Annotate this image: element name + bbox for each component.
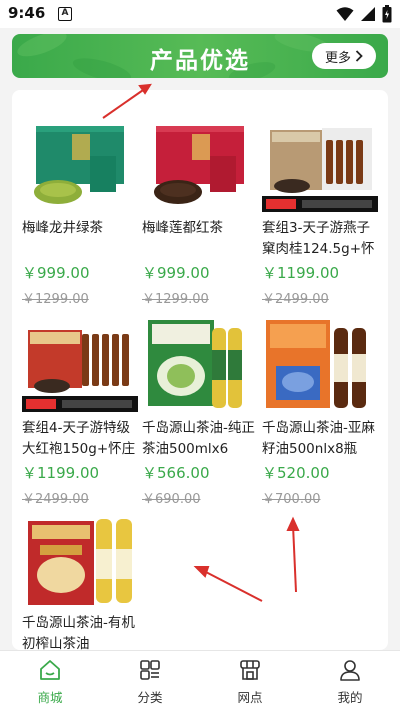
category-icon: [140, 660, 160, 680]
product-name: 梅峰莲都红茶: [142, 220, 223, 236]
product-card[interactable]: 千岛源山茶油-纯正茶油500mlx6 ￥566.00 ￥690.00: [142, 320, 258, 510]
wifi-icon: [336, 7, 354, 21]
product-card[interactable]: 千岛源山茶油-有机初榨山茶油: [22, 515, 138, 652]
status-icons: [336, 5, 392, 23]
product-image: [262, 128, 378, 212]
battery-icon: [382, 5, 392, 23]
signal-icon: [361, 7, 375, 21]
section-banner: 产品优选 更多: [12, 34, 388, 78]
product-image: [28, 519, 132, 605]
tab-label: 分类: [137, 690, 163, 705]
product-image: [154, 126, 244, 204]
product-image: [148, 320, 242, 408]
chevron-right-icon: [355, 50, 363, 62]
product-image: [266, 320, 366, 408]
product-card[interactable]: 梅峰莲都红茶 ￥999.00 ￥1299.00: [142, 120, 258, 310]
product-price: ￥999.00: [22, 264, 90, 282]
product-original-price: ￥690.00: [142, 492, 201, 507]
more-button[interactable]: 更多: [312, 43, 376, 69]
product-price: ￥999.00: [142, 264, 210, 282]
tab-home[interactable]: 商城: [0, 651, 100, 710]
home-icon: [40, 660, 60, 680]
product-name: 千岛源山茶油-纯正茶油500mlx6: [142, 420, 255, 457]
product-original-price: ￥1299.00: [22, 292, 89, 307]
product-image: [22, 330, 138, 412]
product-card[interactable]: 梅峰龙井绿茶 ￥999.00 ￥1299.00: [22, 120, 138, 310]
more-label: 更多: [324, 50, 351, 66]
product-grid: 梅峰龙井绿茶 ￥999.00 ￥1299.00 梅峰莲都红茶 ￥999.00 ￥…: [12, 90, 388, 652]
product-price: ￥520.00: [262, 464, 330, 482]
notification-icon: A: [58, 7, 72, 21]
product-original-price: ￥2499.00: [22, 492, 89, 507]
product-card[interactable]: 套组3-天子游燕子窠肉桂124.5g+怀庄... ￥1199.00 ￥2499.…: [262, 120, 378, 310]
product-price: ￥1199.00: [262, 264, 340, 282]
tab-store[interactable]: 网点: [200, 651, 300, 710]
product-name: 千岛源山茶油-有机初榨山茶油: [22, 615, 135, 652]
product-name: 套组4-天子游特级大红袍150g+怀庄酒...: [22, 420, 136, 457]
product-price: ￥566.00: [142, 464, 210, 482]
product-original-price: ￥700.00: [262, 492, 321, 507]
product-original-price: ￥2499.00: [262, 292, 329, 307]
status-bar: 9:46 A: [0, 0, 400, 28]
product-original-price: ￥1299.00: [142, 292, 209, 307]
tab-label: 商城: [37, 690, 63, 705]
bottom-tab-bar: 商城 分类 网点 我的: [0, 650, 400, 710]
tab-label: 我的: [337, 690, 363, 705]
product-card[interactable]: 套组4-天子游特级大红袍150g+怀庄酒... ￥1199.00 ￥2499.0…: [22, 320, 138, 510]
product-card[interactable]: 千岛源山茶油-亚麻籽油500nlx8瓶 ￥520.00 ￥700.00: [262, 320, 378, 510]
tab-profile[interactable]: 我的: [300, 651, 400, 710]
product-name: 套组3-天子游燕子窠肉桂124.5g+怀庄...: [262, 220, 375, 257]
product-price: ￥1199.00: [22, 464, 100, 482]
store-icon: [240, 660, 260, 680]
product-name: 梅峰龙井绿茶: [22, 220, 103, 236]
product-name: 千岛源山茶油-亚麻籽油500nlx8瓶: [262, 420, 375, 457]
status-time: 9:46: [8, 4, 46, 22]
tab-label: 网点: [237, 690, 263, 705]
tab-category[interactable]: 分类: [100, 651, 200, 710]
user-icon: [340, 660, 360, 681]
product-image: [34, 126, 124, 204]
